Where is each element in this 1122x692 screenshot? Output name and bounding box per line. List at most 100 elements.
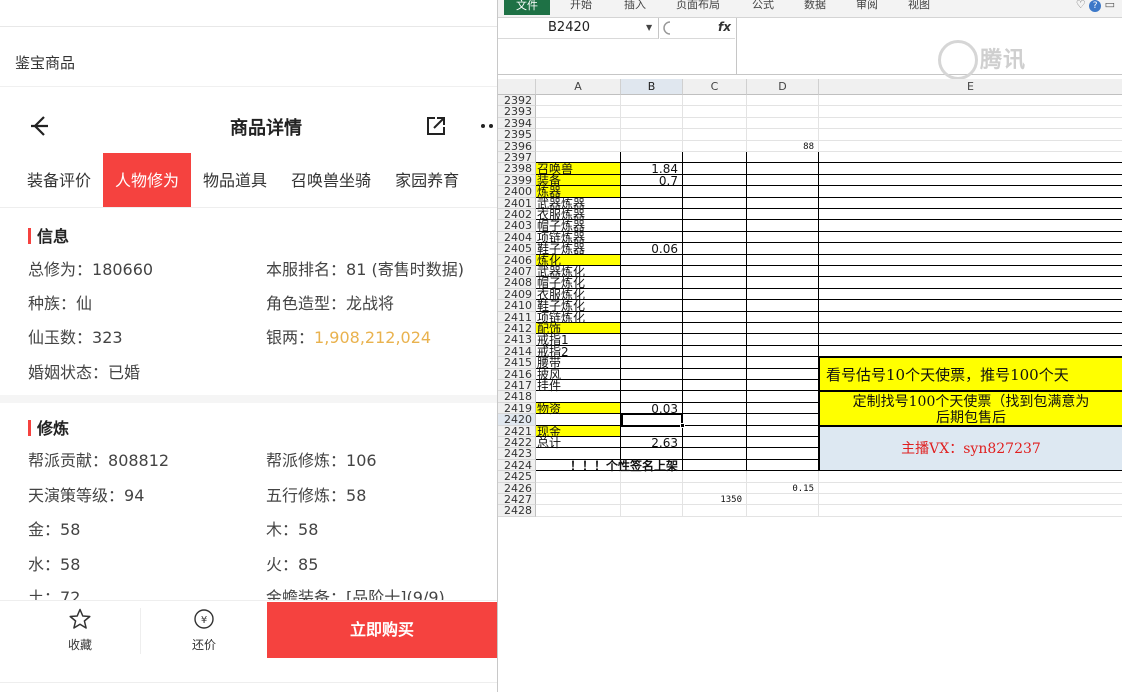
cell-c-2396[interactable] [683,140,747,152]
cell-b-2411[interactable] [621,311,683,323]
cell-e-2403[interactable] [819,220,1122,232]
ribbon-tab-review[interactable]: 审阅 [856,0,878,12]
cell-c-2416[interactable] [683,368,747,380]
cell-b-2406[interactable] [621,254,683,266]
cell-a-2415[interactable]: 腰带 [536,357,621,369]
cell-b-2424[interactable]: 个性签名上架！！！ [570,460,683,472]
share-icon[interactable] [424,114,448,138]
cell-a-2426[interactable] [536,482,621,494]
cell-c-2410[interactable] [683,300,747,312]
cell-c-2393[interactable] [683,106,747,118]
cell-a-2396[interactable] [536,140,621,152]
cell-a-2392[interactable] [536,95,621,107]
cell-c-2413[interactable] [683,334,747,346]
cell-c-2414[interactable] [683,345,747,358]
cell-c-2394[interactable] [683,117,747,130]
row-number[interactable]: 2405 [498,242,536,255]
row-number[interactable]: 2420 [498,413,536,426]
row-number[interactable]: 2428 [498,505,536,517]
cell-c-2399[interactable] [683,174,747,187]
tab-equipment-rating[interactable]: 装备评价 [15,153,103,207]
cell-b-2409[interactable] [621,288,683,301]
collapse-handle-icon[interactable] [660,21,674,35]
help-icon[interactable]: ? [1089,0,1102,12]
bargain-button[interactable]: ¥ 还价 [182,608,226,653]
cell-c-2401[interactable] [683,197,747,209]
cell-d-2408[interactable] [747,277,819,289]
ribbon-window-icons[interactable]: ♡ ? ▭ [1076,0,1115,12]
cell-e-2427[interactable] [819,494,1122,506]
heart-icon[interactable]: ♡ [1076,0,1086,11]
cell-a-2400[interactable]: 炼器 [536,186,621,198]
cell-b-2401[interactable] [621,197,683,209]
cell-e-2425[interactable] [819,471,1122,483]
cell-c-2402[interactable] [683,209,747,221]
cell-b-2399[interactable]: 0.7 [621,175,683,187]
cell-b-2416[interactable] [621,368,683,380]
cell-d-2395[interactable] [747,129,819,141]
cell-c-2426[interactable] [683,482,747,494]
ribbon-tab-page-layout[interactable]: 页面布局 [676,0,720,12]
cell-d-2401[interactable] [747,197,819,209]
cell-b-2428[interactable] [621,505,683,517]
cell-c-2423[interactable] [683,448,747,460]
cell-d-2416[interactable] [747,368,819,380]
cell-c-2400[interactable] [683,186,747,198]
cell-b-2422[interactable]: 2.63 [621,437,683,449]
cell-d-2415[interactable] [747,357,819,369]
cell-b-2393[interactable] [621,106,683,118]
cell-c-2395[interactable] [683,129,747,141]
cell-a-2420[interactable] [536,414,621,426]
cell-c-2397[interactable] [683,152,747,164]
cell-e-2412[interactable] [819,323,1122,335]
cell-d-2426[interactable]: 0.15 [747,482,819,494]
cell-d-2403[interactable] [747,220,819,232]
tab-home[interactable]: 家园养育 [383,153,471,207]
cell-d-2407[interactable] [747,266,819,278]
cell-e-2428[interactable] [819,505,1122,517]
cell-b-2415[interactable] [621,357,683,369]
cell-b-2425[interactable] [621,471,683,483]
cell-c-2422[interactable] [683,437,747,449]
column-header-e[interactable]: E [819,79,1122,95]
cell-a-2419[interactable]: 物资 [536,403,621,415]
cell-d-2428[interactable] [747,505,819,517]
cell-c-2425[interactable] [683,471,747,483]
cell-d-2410[interactable] [747,300,819,312]
buy-now-button[interactable]: 立即购买 [267,602,497,658]
cell-d-2400[interactable] [747,186,819,198]
cell-e-2397[interactable] [819,152,1122,164]
cell-a-2417[interactable]: 挂件 [536,380,621,392]
cell-c-2404[interactable] [683,231,747,244]
cell-d-2392[interactable] [747,95,819,107]
cell-d-2399[interactable] [747,174,819,187]
cell-d-2417[interactable] [747,380,819,392]
cell-b-2408[interactable] [621,277,683,289]
cell-e-2392[interactable] [819,95,1122,107]
cell-c-2424[interactable] [683,459,747,472]
cell-d-2402[interactable] [747,209,819,221]
cell-b-2426[interactable] [621,482,683,494]
cell-c-2403[interactable] [683,220,747,232]
column-header-d[interactable]: D [747,79,819,95]
fx-icon[interactable]: fx [718,20,731,34]
cell-e-2400[interactable] [819,186,1122,198]
cell-e-2402[interactable] [819,209,1122,221]
name-box[interactable]: B2420 ▼ [498,18,659,39]
cell-e-2405[interactable] [819,243,1122,255]
cell-a-2410[interactable]: 鞋子炼化 [536,300,621,312]
cell-d-2422[interactable] [747,437,819,449]
cell-b-2410[interactable] [621,300,683,312]
cell-d-2424[interactable] [747,459,819,472]
cell-b-2403[interactable] [621,220,683,232]
cell-c-2421[interactable] [683,425,747,437]
ribbon-minimize-icon[interactable]: ▭ [1105,0,1115,11]
ribbon-tab-insert[interactable]: 插入 [624,0,646,12]
cell-a-2395[interactable] [536,129,621,141]
cell-d-2425[interactable] [747,471,819,483]
cell-b-2427[interactable] [621,494,683,506]
cell-e-2395[interactable] [819,129,1122,141]
column-header-a[interactable]: A [536,79,621,95]
cell-c-2415[interactable] [683,357,747,369]
cell-d-2397[interactable] [747,152,819,164]
